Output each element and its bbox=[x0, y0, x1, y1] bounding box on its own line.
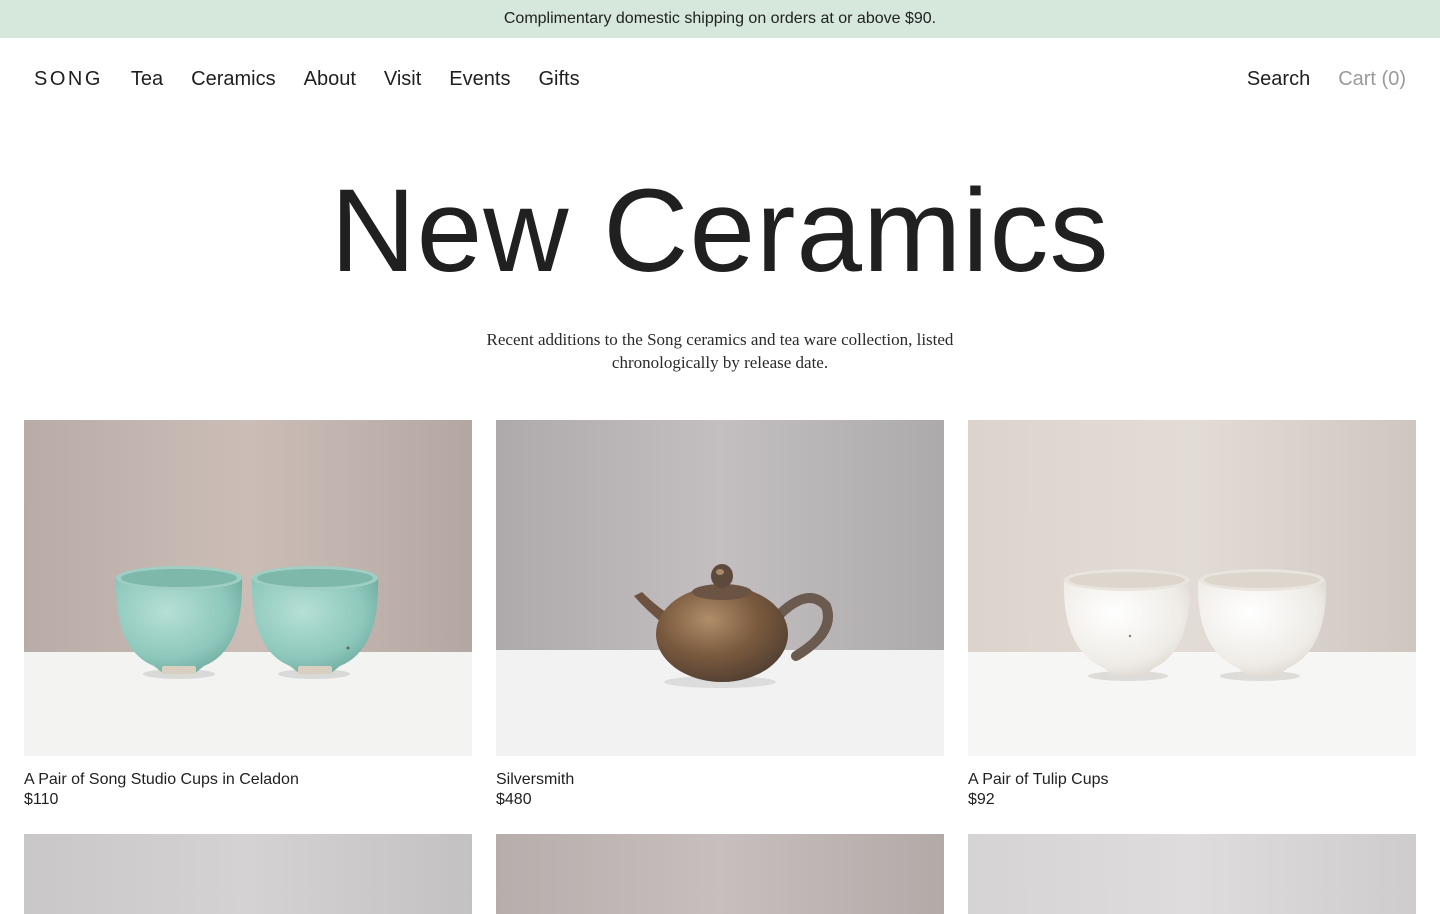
header-right: Search Cart (0) bbox=[1247, 68, 1406, 91]
product-photo bbox=[496, 834, 944, 914]
nav-item-tea[interactable]: Tea bbox=[131, 68, 163, 91]
nav-item-ceramics[interactable]: Ceramics bbox=[191, 68, 275, 91]
hero: New Ceramics Recent additions to the Son… bbox=[0, 172, 1440, 374]
product-card[interactable]: A Pair of Song Studio Cups in Celadon $1… bbox=[24, 420, 472, 810]
product-card[interactable]: Silversmith $480 bbox=[496, 420, 944, 810]
product-photo bbox=[968, 834, 1416, 914]
celadon-cups-photo bbox=[24, 420, 472, 756]
nav-item-about[interactable]: About bbox=[304, 68, 356, 91]
product-card[interactable] bbox=[24, 834, 472, 914]
product-image-partial[interactable] bbox=[496, 834, 944, 914]
product-price: $480 bbox=[496, 791, 532, 808]
product-image-celadon-cups[interactable] bbox=[24, 420, 472, 756]
product-price: $92 bbox=[968, 791, 995, 808]
page-title: New Ceramics bbox=[330, 165, 1110, 297]
cart-link[interactable]: Cart (0) bbox=[1338, 68, 1406, 91]
nav-item-events[interactable]: Events bbox=[449, 68, 510, 91]
product-image-partial[interactable] bbox=[968, 834, 1416, 914]
product-card[interactable] bbox=[496, 834, 944, 914]
product-card[interactable] bbox=[968, 834, 1416, 914]
logo[interactable]: SONG bbox=[34, 68, 103, 91]
product-photo bbox=[24, 834, 472, 914]
search-link[interactable]: Search bbox=[1247, 68, 1310, 91]
header-left: SONG Tea Ceramics About Visit Events Gif… bbox=[34, 68, 580, 91]
site-header: SONG Tea Ceramics About Visit Events Gif… bbox=[0, 38, 1440, 120]
product-image-teapot[interactable] bbox=[496, 420, 944, 756]
product-title[interactable]: A Pair of Tulip Cups bbox=[968, 770, 1416, 790]
product-title[interactable]: Silversmith bbox=[496, 770, 944, 790]
announcement-bar: Complimentary domestic shipping on order… bbox=[0, 0, 1440, 38]
announcement-text: Complimentary domestic shipping on order… bbox=[503, 10, 937, 27]
page-description: Recent additions to the Song ceramics an… bbox=[486, 330, 954, 372]
product-price: $110 bbox=[24, 791, 59, 808]
teapot-photo bbox=[496, 420, 944, 756]
product-image-partial[interactable] bbox=[24, 834, 472, 914]
main-nav: Tea Ceramics About Visit Events Gifts bbox=[131, 68, 580, 91]
white-cups-photo bbox=[968, 420, 1416, 756]
nav-item-visit[interactable]: Visit bbox=[384, 68, 421, 91]
product-card[interactable]: A Pair of Tulip Cups $92 bbox=[968, 420, 1416, 810]
nav-item-gifts[interactable]: Gifts bbox=[538, 68, 579, 91]
product-grid: A Pair of Song Studio Cups in Celadon $1… bbox=[24, 420, 1416, 914]
product-image-tulip-cups[interactable] bbox=[968, 420, 1416, 756]
product-title[interactable]: A Pair of Song Studio Cups in Celadon bbox=[24, 770, 472, 790]
